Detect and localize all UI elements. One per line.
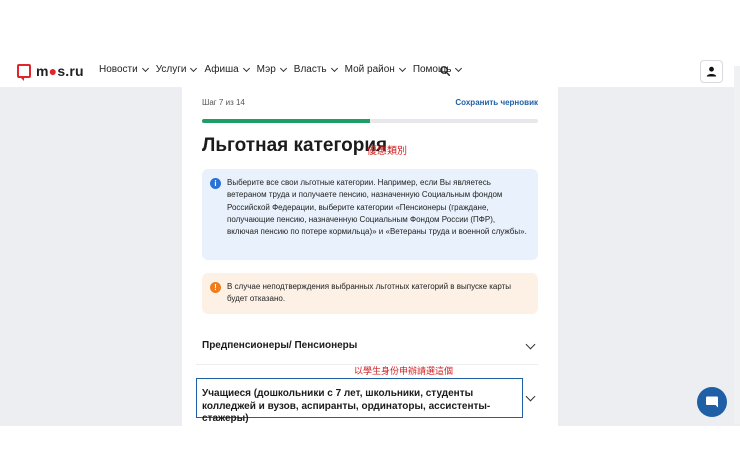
chevron-down-icon bbox=[525, 339, 536, 350]
info-alert: i Выберите все свои льготные категории. … bbox=[202, 169, 538, 260]
info-alert-text: Выберите все свои льготные категории. На… bbox=[227, 178, 527, 237]
main-nav: Новости Услуги Афиша Мэр Власть Мой райо… bbox=[99, 64, 469, 75]
site-header: m●s.ru Новости Услуги Афиша Мэр Власть М… bbox=[0, 56, 740, 87]
bottom-blank-area bbox=[0, 426, 740, 463]
progress-fill bbox=[202, 119, 370, 123]
scrollbar[interactable] bbox=[734, 66, 740, 424]
chevron-down-icon bbox=[279, 64, 287, 72]
chevron-down-icon bbox=[141, 64, 149, 72]
top-blank-area bbox=[0, 0, 740, 56]
warning-alert-text: В случае неподтверждения выбранных льгот… bbox=[227, 282, 512, 304]
logo-text: m●s.ru bbox=[36, 63, 84, 79]
accordion-label: Предпенсионеры/ Пенсионеры bbox=[202, 340, 358, 351]
progress-bar bbox=[202, 119, 538, 123]
save-draft-link[interactable]: Сохранить черновик bbox=[455, 98, 538, 107]
info-icon: i bbox=[210, 178, 221, 189]
nav-item-help[interactable]: Помощь bbox=[413, 64, 463, 75]
warning-alert: ! В случае неподтверждения выбранных льг… bbox=[202, 273, 538, 314]
chevron-down-icon bbox=[525, 391, 536, 402]
user-icon bbox=[706, 66, 717, 77]
warning-icon: ! bbox=[210, 282, 221, 293]
nav-item-government[interactable]: Власть bbox=[294, 64, 338, 75]
nav-item-services[interactable]: Услуги bbox=[156, 64, 198, 75]
chevron-down-icon bbox=[398, 64, 406, 72]
page-title: Льготная категория bbox=[202, 135, 388, 156]
chat-bubble-icon bbox=[706, 396, 718, 408]
site-logo[interactable]: m●s.ru bbox=[17, 63, 84, 81]
form-card: Шаг 7 из 14 Сохранить черновик Льготная … bbox=[182, 87, 558, 426]
chevron-down-icon bbox=[190, 64, 198, 72]
accordion-label: Учащиеся (дошкольники с 7 лет, школьники… bbox=[202, 388, 491, 424]
chat-button[interactable] bbox=[697, 387, 727, 417]
profile-button[interactable] bbox=[700, 60, 723, 83]
nav-item-events[interactable]: Афиша bbox=[204, 64, 250, 75]
nav-item-news[interactable]: Новости bbox=[99, 64, 149, 75]
search-icon[interactable] bbox=[440, 66, 450, 76]
nav-item-my-district[interactable]: Мой район bbox=[345, 64, 406, 75]
handwritten-title-note: 優惠類別 bbox=[367, 146, 407, 157]
chevron-down-icon bbox=[242, 64, 250, 72]
accordion-pensioners[interactable]: Предпенсионеры/ Пенсионеры bbox=[196, 327, 538, 365]
nav-item-mayor[interactable]: Мэр bbox=[257, 64, 287, 75]
accordion-students[interactable]: Учащиеся (дошкольники с 7 лет, школьники… bbox=[196, 378, 538, 424]
chevron-down-icon bbox=[455, 64, 463, 72]
chevron-down-icon bbox=[330, 64, 338, 72]
step-indicator: Шаг 7 из 14 bbox=[202, 98, 245, 107]
logo-mark-icon bbox=[17, 64, 31, 81]
handwritten-student-note: 以學生身份申辦請選這個 bbox=[354, 367, 454, 377]
